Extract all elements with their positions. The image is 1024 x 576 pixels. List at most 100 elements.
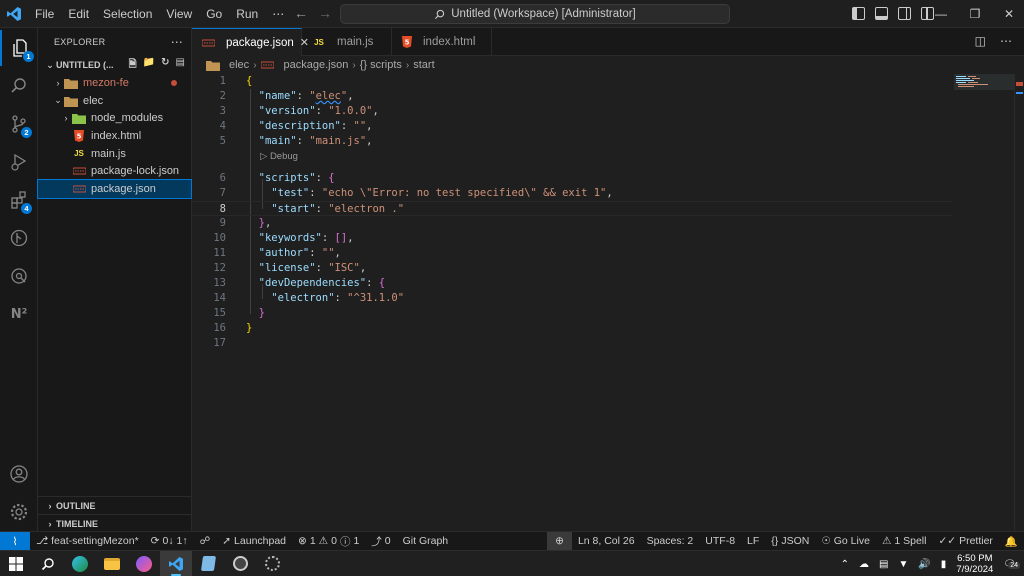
workspace-header[interactable]: ⌄ UNTITLED (... 🗎 📁 ↻ ▤ bbox=[38, 56, 191, 74]
settings-gear-icon[interactable] bbox=[0, 494, 38, 530]
toggle-secondary-sidebar-icon[interactable] bbox=[898, 7, 911, 20]
more-actions-icon[interactable]: ⋯ bbox=[171, 35, 183, 49]
spell-check[interactable]: ⚠ 1 Spell bbox=[876, 535, 933, 547]
chevron-right-icon: › bbox=[48, 518, 52, 529]
cursor-position[interactable]: Ln 8, Col 26 bbox=[572, 535, 641, 547]
problems-status[interactable]: ⊗ 1 ⚠ 0 ⓘ 1 bbox=[292, 534, 365, 549]
go-live-button[interactable]: ☉ Go Live bbox=[815, 535, 876, 547]
notifications-bell-icon[interactable]: 🔔 bbox=[999, 535, 1024, 548]
search-icon[interactable] bbox=[32, 551, 64, 576]
indentation[interactable]: Spaces: 2 bbox=[641, 535, 700, 547]
gitlens-item[interactable]: ☍ bbox=[194, 535, 217, 547]
branch-status[interactable]: ⎇ feat-settingMezon* bbox=[30, 535, 145, 547]
breadcrumb-item[interactable]: package.json bbox=[284, 59, 349, 71]
prettier-status[interactable]: ✓✓ Prettier bbox=[932, 535, 998, 547]
file-explorer-icon[interactable] bbox=[96, 551, 128, 576]
wifi-icon[interactable]: ▼ bbox=[898, 559, 908, 570]
refresh-icon[interactable]: ↻ bbox=[161, 57, 169, 74]
remote-explorer-icon[interactable] bbox=[0, 258, 38, 294]
vscode-taskbar-icon[interactable] bbox=[160, 550, 192, 576]
code-text: "license": "ISC", bbox=[258, 262, 367, 274]
menu-view[interactable]: View bbox=[159, 0, 199, 28]
outline-section[interactable]: › OUTLINE bbox=[38, 496, 192, 514]
menu-file[interactable]: File bbox=[28, 0, 61, 28]
onedrive-icon[interactable]: ☁ bbox=[859, 559, 869, 570]
menu-selection[interactable]: Selection bbox=[96, 0, 159, 28]
collapse-all-icon[interactable]: ▤ bbox=[176, 57, 185, 74]
split-editor-icon[interactable]: ◫ bbox=[975, 34, 986, 48]
info-marker bbox=[1016, 92, 1023, 94]
edge-browser-icon[interactable] bbox=[64, 551, 96, 576]
menu-run[interactable]: Run bbox=[229, 0, 265, 28]
git-graph-status[interactable]: Git Graph bbox=[397, 535, 455, 547]
minimize-icon[interactable]: — bbox=[926, 0, 956, 28]
new-folder-icon[interactable]: 📁 bbox=[143, 57, 155, 74]
vscode-logo-icon[interactable] bbox=[0, 0, 28, 28]
menu-more[interactable]: ⋯ bbox=[265, 0, 291, 28]
tree-item-main-js[interactable]: JS main.js bbox=[38, 145, 191, 163]
extensions-icon[interactable]: 4 bbox=[0, 182, 38, 218]
language-icon[interactable]: ▤ bbox=[879, 559, 888, 570]
clock[interactable]: 6:50 PM 7/9/2024 bbox=[956, 553, 993, 575]
breadcrumb-item[interactable]: {} scripts bbox=[360, 59, 402, 71]
search-icon[interactable] bbox=[0, 68, 38, 104]
sync-status[interactable]: ⟳ 0↓ 1↑ bbox=[145, 535, 194, 547]
tab-label: index.html bbox=[423, 36, 476, 48]
debug-codelens[interactable]: ▷ Debug bbox=[260, 151, 298, 163]
tree-item-node-modules[interactable]: › node_modules bbox=[38, 109, 191, 127]
git-graph-icon[interactable] bbox=[0, 220, 38, 256]
settings-app-icon[interactable] bbox=[256, 551, 288, 576]
nx-console-icon[interactable]: N² bbox=[0, 296, 38, 332]
explorer-icon[interactable]: 1 bbox=[0, 30, 38, 66]
notification-center-icon[interactable]: 🗨 24 bbox=[1003, 559, 1020, 570]
breadcrumb-item[interactable]: elec bbox=[229, 59, 249, 71]
sync-icon: ⟳ bbox=[150, 535, 160, 547]
launchpad-item[interactable]: ➚ Launchpad bbox=[216, 535, 292, 547]
close-icon[interactable]: ✕ bbox=[994, 0, 1024, 28]
toggle-panel-icon[interactable] bbox=[875, 7, 888, 20]
vertical-scrollbar[interactable] bbox=[1014, 74, 1024, 531]
minimap[interactable] bbox=[952, 74, 1014, 531]
battery-icon[interactable]: ▮ bbox=[941, 559, 947, 570]
chevron-up-icon[interactable]: ⌃ bbox=[841, 559, 849, 570]
tab-main-js[interactable]: JS main.js bbox=[302, 28, 392, 56]
menu-go[interactable]: Go bbox=[199, 0, 229, 28]
run-and-debug-icon[interactable] bbox=[0, 144, 38, 180]
restore-icon[interactable]: ❐ bbox=[960, 0, 990, 28]
error-icon: ⊗ bbox=[298, 535, 307, 547]
code-line: 17 bbox=[192, 336, 952, 351]
tree-item-mezon-fe[interactable]: › mezon-fe bbox=[38, 74, 191, 92]
accounts-icon[interactable] bbox=[0, 456, 38, 492]
toggle-primary-sidebar-icon[interactable] bbox=[852, 7, 865, 20]
tree-item-package-lock-json[interactable]: package-lock.json bbox=[38, 162, 191, 180]
back-arrow-icon[interactable]: ← bbox=[294, 5, 308, 21]
language-mode[interactable]: {} JSON bbox=[765, 535, 815, 547]
chrome-icon[interactable] bbox=[224, 551, 256, 576]
zoom-icon[interactable]: ⊕ bbox=[547, 531, 572, 551]
end-of-line[interactable]: LF bbox=[741, 535, 765, 547]
breadcrumb-item[interactable]: start bbox=[413, 59, 434, 71]
warning-icon: ⚠ bbox=[318, 535, 329, 547]
more-actions-icon[interactable]: ⋯ bbox=[1000, 34, 1012, 48]
tab-index-html[interactable]: 5 index.html bbox=[392, 28, 492, 56]
encoding[interactable]: UTF-8 bbox=[699, 535, 741, 547]
timeline-section[interactable]: › TIMELINE bbox=[38, 514, 192, 532]
messenger-icon[interactable] bbox=[128, 551, 160, 576]
command-center-search[interactable]: Untitled (Workspace) [Administrator] bbox=[340, 4, 730, 24]
remote-indicator-icon[interactable]: ⌇ bbox=[0, 531, 30, 551]
volume-icon[interactable]: 🔊 bbox=[918, 559, 930, 570]
tree-item-package-json[interactable]: package.json bbox=[37, 179, 192, 199]
folder-icon bbox=[64, 95, 78, 107]
code-editor[interactable]: 1{2 "name": "elec", 3 "version": "1.0.0",… bbox=[192, 74, 952, 531]
forward-arrow-icon[interactable]: → bbox=[318, 5, 332, 21]
tree-item-elec[interactable]: ⌄ elec bbox=[38, 92, 191, 110]
ports-status[interactable]: ⤴ 0 bbox=[365, 534, 396, 549]
tree-item-index-html[interactable]: 5 index.html bbox=[38, 127, 191, 145]
explorer-badge: 1 bbox=[23, 51, 34, 62]
new-file-icon[interactable]: 🗎 bbox=[129, 57, 137, 74]
source-control-icon[interactable]: 2 bbox=[0, 106, 38, 142]
notepad-icon[interactable] bbox=[192, 551, 224, 576]
tab-package-json[interactable]: package.json ✕ bbox=[192, 28, 309, 56]
windows-start-icon[interactable] bbox=[0, 551, 32, 576]
menu-edit[interactable]: Edit bbox=[61, 0, 96, 28]
